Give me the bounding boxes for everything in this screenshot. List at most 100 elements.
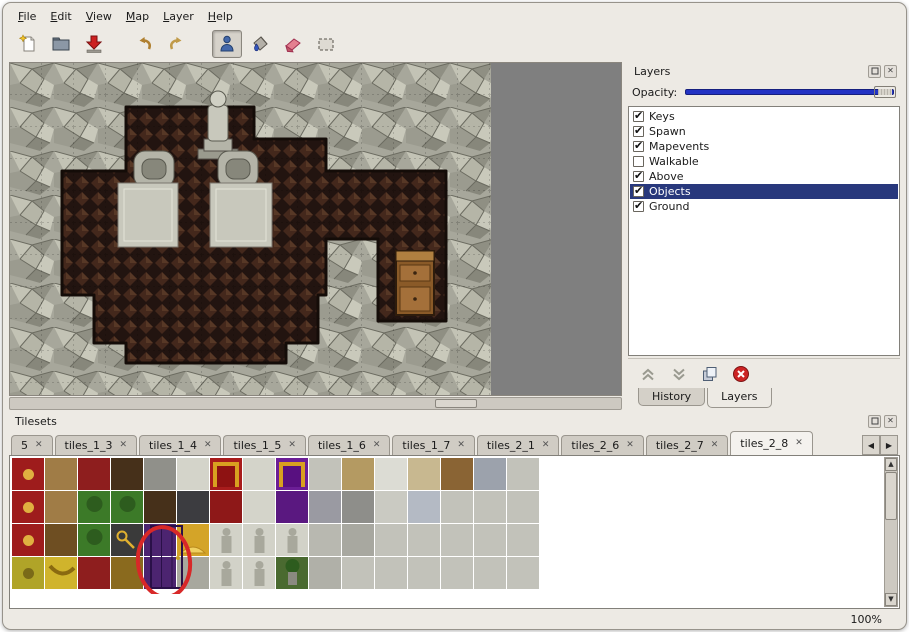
tileset-tab[interactable]: tiles_1_3 ✕ (55, 435, 137, 455)
layer-checkbox[interactable] (633, 156, 644, 167)
tileset-vscroll-thumb[interactable] (885, 472, 897, 520)
tileset-tab[interactable]: tiles_2_8 ✕ (730, 431, 812, 455)
layer-checkbox[interactable] (633, 186, 644, 197)
tab-scroll-left-button[interactable]: ◀ (862, 435, 880, 455)
opacity-slider-handle[interactable] (874, 86, 896, 98)
tab-close-icon[interactable]: ✕ (204, 441, 212, 450)
opacity-label: Opacity: (632, 86, 677, 99)
layers-float-button[interactable] (868, 65, 881, 78)
dock-tabs: History Layers (628, 388, 900, 410)
tab-close-icon[interactable]: ✕ (795, 439, 803, 448)
tab-layers[interactable]: Layers (707, 388, 771, 408)
layer-row-spawn[interactable]: Spawn (630, 124, 898, 139)
open-map-button[interactable] (46, 30, 76, 58)
float-icon (871, 417, 879, 425)
opacity-slider[interactable] (685, 85, 896, 99)
layer-row-above[interactable]: Above (630, 169, 898, 184)
save-map-button[interactable] (79, 30, 109, 58)
tab-close-icon[interactable]: ✕ (119, 441, 127, 450)
tilesets-titlebar: Tilesets ✕ (9, 412, 900, 430)
tab-close-icon[interactable]: ✕ (373, 441, 381, 450)
tileset-tab[interactable]: tiles_1_6 ✕ (308, 435, 390, 455)
tileset-tab[interactable]: tiles_2_1 ✕ (477, 435, 559, 455)
layer-name: Walkable (649, 155, 699, 168)
tab-close-icon[interactable]: ✕ (542, 441, 550, 450)
layer-row-objects[interactable]: Objects (630, 184, 898, 199)
layer-checkbox[interactable] (633, 111, 644, 122)
layer-checkbox[interactable] (633, 126, 644, 137)
layer-list: Keys Spawn Mapevents Walkable Above (628, 106, 900, 356)
tileset-vertical-scrollbar[interactable]: ▲ ▼ (884, 457, 898, 607)
tilesets-close-button[interactable]: ✕ (884, 415, 897, 428)
tilesets-float-button[interactable] (868, 415, 881, 428)
delete-layer-button[interactable] (731, 364, 751, 384)
redo-button[interactable] (162, 30, 192, 58)
eraser-tool-button[interactable] (278, 30, 308, 58)
zoom-level: 100% (851, 613, 882, 626)
layers-close-button[interactable]: ✕ (884, 65, 897, 78)
undo-button[interactable] (129, 30, 159, 58)
save-icon (84, 34, 104, 54)
scroll-down-button[interactable]: ▼ (885, 593, 897, 606)
menu-map[interactable]: Map (119, 8, 156, 25)
tab-close-icon[interactable]: ✕ (626, 441, 634, 450)
tab-close-icon[interactable]: ✕ (35, 441, 43, 450)
layer-row-ground[interactable]: Ground (630, 199, 898, 214)
opacity-slider-track[interactable] (685, 89, 894, 95)
tab-scroll-buttons: ◀ ▶ (862, 435, 898, 455)
tileset-tab-label: 5 (21, 439, 28, 452)
menu-edit[interactable]: Edit (43, 8, 78, 25)
tileset-canvas[interactable]: ▲ ▼ (9, 455, 900, 609)
layer-checkbox[interactable] (633, 201, 644, 212)
tileset-tab-label: tiles_2_6 (571, 439, 619, 452)
close-icon: ✕ (887, 67, 894, 75)
layers-panel: Layers ✕ Opacity: Keys (628, 62, 900, 410)
layers-panel-title: Layers (634, 65, 865, 78)
layer-row-mapevents[interactable]: Mapevents (630, 139, 898, 154)
tileset-tab-label: tiles_2_8 (740, 437, 788, 450)
tileset-tab[interactable]: tiles_1_7 ✕ (392, 435, 474, 455)
tab-scroll-right-button[interactable]: ▶ (880, 435, 898, 455)
new-map-button[interactable] (13, 30, 43, 58)
layer-checkbox[interactable] (633, 141, 644, 152)
menu-help[interactable]: Help (201, 8, 240, 25)
layer-row-keys[interactable]: Keys (630, 109, 898, 124)
arrow-right-icon: ▶ (886, 441, 892, 450)
lower-layer-button[interactable] (669, 364, 689, 384)
menu-view[interactable]: View (79, 8, 119, 25)
tab-close-icon[interactable]: ✕ (711, 441, 719, 450)
layer-name: Spawn (649, 125, 686, 138)
stamp-icon (217, 34, 237, 54)
layer-actions (628, 358, 900, 388)
duplicate-layer-button[interactable] (700, 364, 720, 384)
map-hscroll-thumb[interactable] (435, 399, 477, 408)
scroll-up-button[interactable]: ▲ (885, 458, 897, 471)
tileset-tab[interactable]: tiles_1_5 ✕ (223, 435, 305, 455)
undo-icon (134, 34, 154, 54)
tileset-tab[interactable]: tiles_2_7 ✕ (646, 435, 728, 455)
tab-history[interactable]: History (638, 388, 705, 406)
map-horizontal-scrollbar[interactable] (9, 397, 622, 410)
layer-row-walkable[interactable]: Walkable (630, 154, 898, 169)
tileset-tab[interactable]: 5 ✕ (11, 435, 53, 455)
raise-layer-button[interactable] (638, 364, 658, 384)
duplicate-layer-icon (701, 365, 719, 383)
layer-checkbox[interactable] (633, 171, 644, 182)
stamp-tool-button[interactable] (212, 30, 242, 58)
tileset-tab[interactable]: tiles_1_4 ✕ (139, 435, 221, 455)
layer-name: Keys (649, 110, 675, 123)
tab-close-icon[interactable]: ✕ (457, 441, 465, 450)
fill-tool-button[interactable] (245, 30, 275, 58)
tileset-tab[interactable]: tiles_2_6 ✕ (561, 435, 643, 455)
tab-close-icon[interactable]: ✕ (288, 441, 296, 450)
select-tool-button[interactable] (311, 30, 341, 58)
opacity-row: Opacity: (628, 80, 900, 104)
float-icon (871, 67, 879, 75)
fill-bucket-icon (250, 34, 270, 54)
toolbar (3, 26, 906, 62)
menu-file[interactable]: File (11, 8, 43, 25)
tileset-tab-row: 5 ✕ tiles_1_3 ✕ tiles_1_4 ✕ tiles_1_5 ✕ … (9, 430, 900, 455)
menu-layer[interactable]: Layer (156, 8, 201, 25)
open-folder-icon (51, 34, 71, 54)
map-canvas[interactable] (9, 62, 622, 396)
